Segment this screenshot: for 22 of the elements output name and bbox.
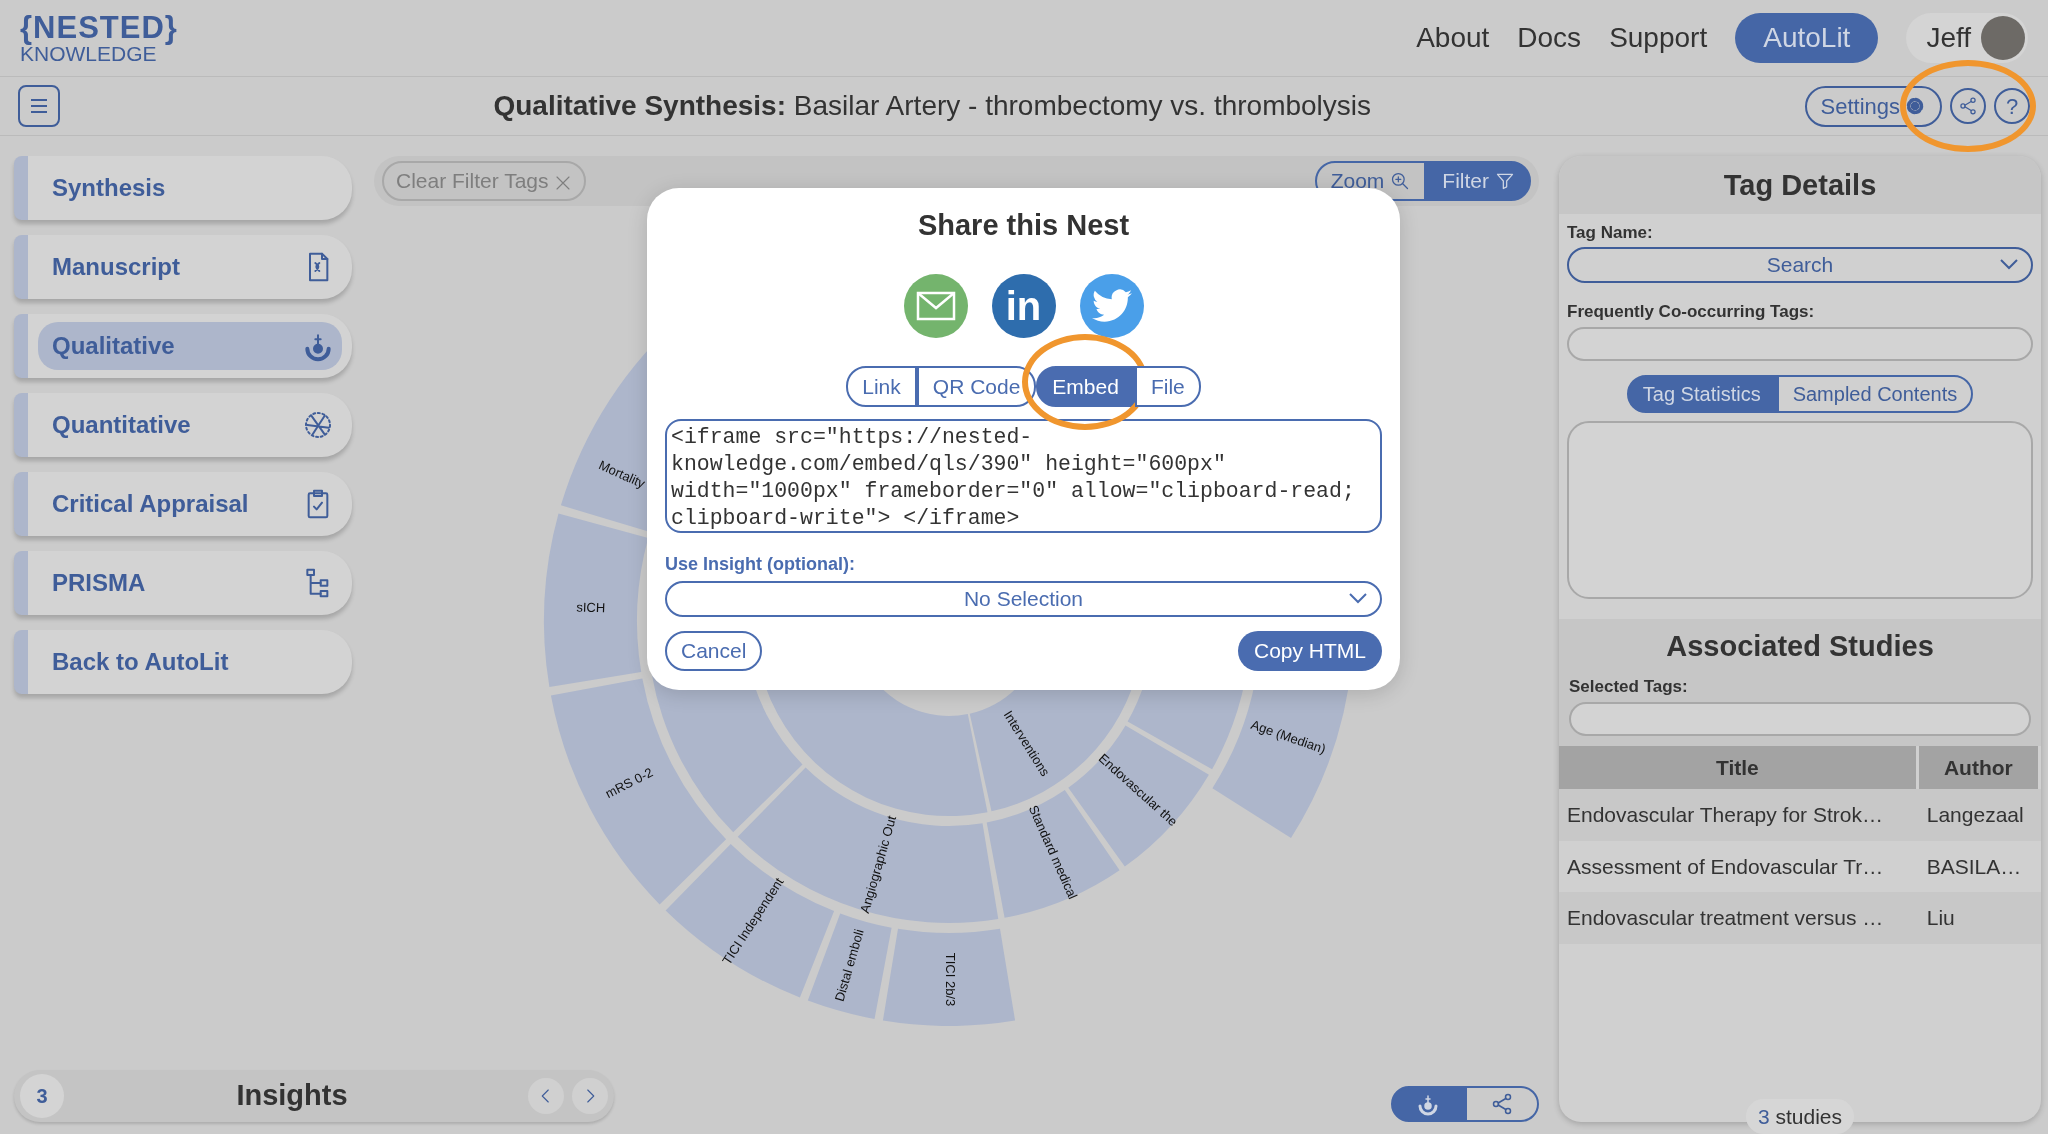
insights-title: Insights: [235, 1078, 349, 1114]
table-cell: Endovascular Therapy for Strok…: [1559, 789, 1919, 841]
segment-label: Distal emboli: [831, 927, 867, 1004]
field-label: Use Insight (optional):: [665, 553, 856, 576]
count-badge: 3: [20, 1074, 64, 1118]
segment-label: sICH: [576, 599, 606, 616]
table-cell: Langezaal: [1918, 789, 2041, 841]
panel-title: Tag Details: [1559, 156, 2041, 214]
field-label: Frequently Co-occurring Tags:: [1567, 301, 1816, 323]
logo-text: {NESTED}: [20, 12, 178, 43]
field-label: Selected Tags:: [1569, 676, 1689, 698]
study-count: 3 studies: [1745, 1098, 1855, 1134]
table-cell: Liu: [1918, 892, 2041, 944]
segment-label: mRS 0-2: [602, 764, 656, 802]
dialog-title: Share this Nest: [916, 208, 1131, 243]
segment-label: TICI 2b/3: [942, 952, 958, 1007]
page-title: Qualitative Synthesis: Basilar Artery - thrombectomy vs. thrombolysis: [492, 89, 1373, 123]
table-cell-text: Assessment of Endovascular Tr…: [1566, 853, 1885, 880]
table-cell-text: BASILA…: [1925, 853, 2023, 880]
table-cell: Endovascular treatment versus …: [1559, 892, 1919, 944]
section-title: Associated Studies: [1665, 628, 1935, 664]
field-label: Tag Name:: [1567, 221, 1654, 244]
